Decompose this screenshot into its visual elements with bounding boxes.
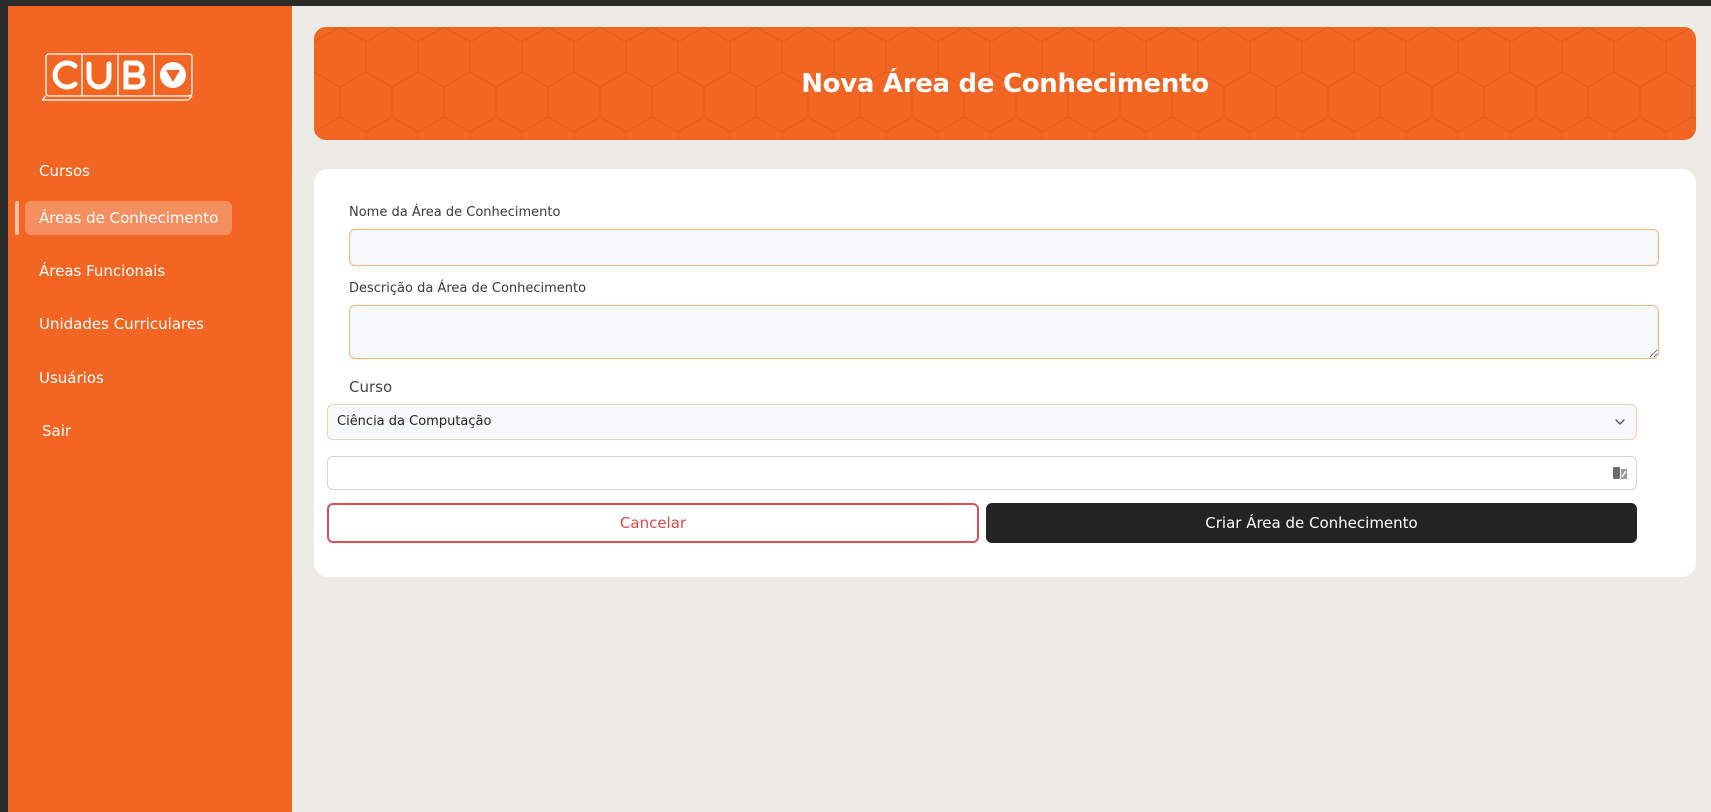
sidebar-item-label: Áreas Funcionais [39, 262, 166, 280]
sidebar-item-unidades-curriculares[interactable]: Unidades Curriculares [25, 307, 218, 341]
cubo-logo [40, 46, 212, 106]
sidebar-item-areas-de-conhecimento[interactable]: Áreas de Conhecimento [25, 201, 233, 235]
cancel-button[interactable]: Cancelar [327, 503, 979, 543]
sidebar-item-label: Usuários [39, 369, 104, 387]
sidebar-item-cursos[interactable]: Cursos [25, 154, 104, 188]
sidebar-item-usuarios[interactable]: Usuários [25, 361, 118, 395]
course-field-label: Curso [349, 378, 393, 396]
app-window: Cursos Áreas de Conhecimento Áreas Funci… [0, 0, 1711, 812]
sidebar-item-label: Áreas de Conhecimento [39, 209, 219, 227]
sidebar: Cursos Áreas de Conhecimento Áreas Funci… [8, 6, 292, 812]
sidebar-item-label: Cursos [39, 162, 90, 180]
autofill-icon [1613, 467, 1627, 479]
main-content: Nova Área de Conhecimento Nome da Área d… [292, 6, 1711, 812]
sidebar-item-areas-funcionais[interactable]: Áreas Funcionais [25, 254, 179, 288]
name-field-label: Nome da Área de Conhecimento [349, 205, 561, 220]
extra-input-field[interactable] [327, 456, 1637, 490]
description-field-label: Descrição da Área de Conhecimento [349, 281, 587, 296]
sidebar-item-label: Sair [42, 422, 72, 440]
chevron-down-icon [1615, 419, 1625, 425]
sidebar-item-label: Unidades Curriculares [39, 315, 204, 333]
create-area-button[interactable]: Criar Área de Conhecimento [986, 503, 1637, 543]
description-textarea[interactable] [349, 305, 1659, 359]
course-selected-value: Ciência da Computação [337, 414, 492, 429]
sidebar-item-sair[interactable]: Sair [28, 414, 85, 448]
name-input[interactable] [349, 229, 1659, 266]
page-title: Nova Área de Conhecimento [801, 68, 1209, 99]
active-indicator [15, 201, 19, 235]
course-select[interactable]: Ciência da Computação [327, 404, 1637, 440]
page-header-banner: Nova Área de Conhecimento [314, 27, 1696, 140]
